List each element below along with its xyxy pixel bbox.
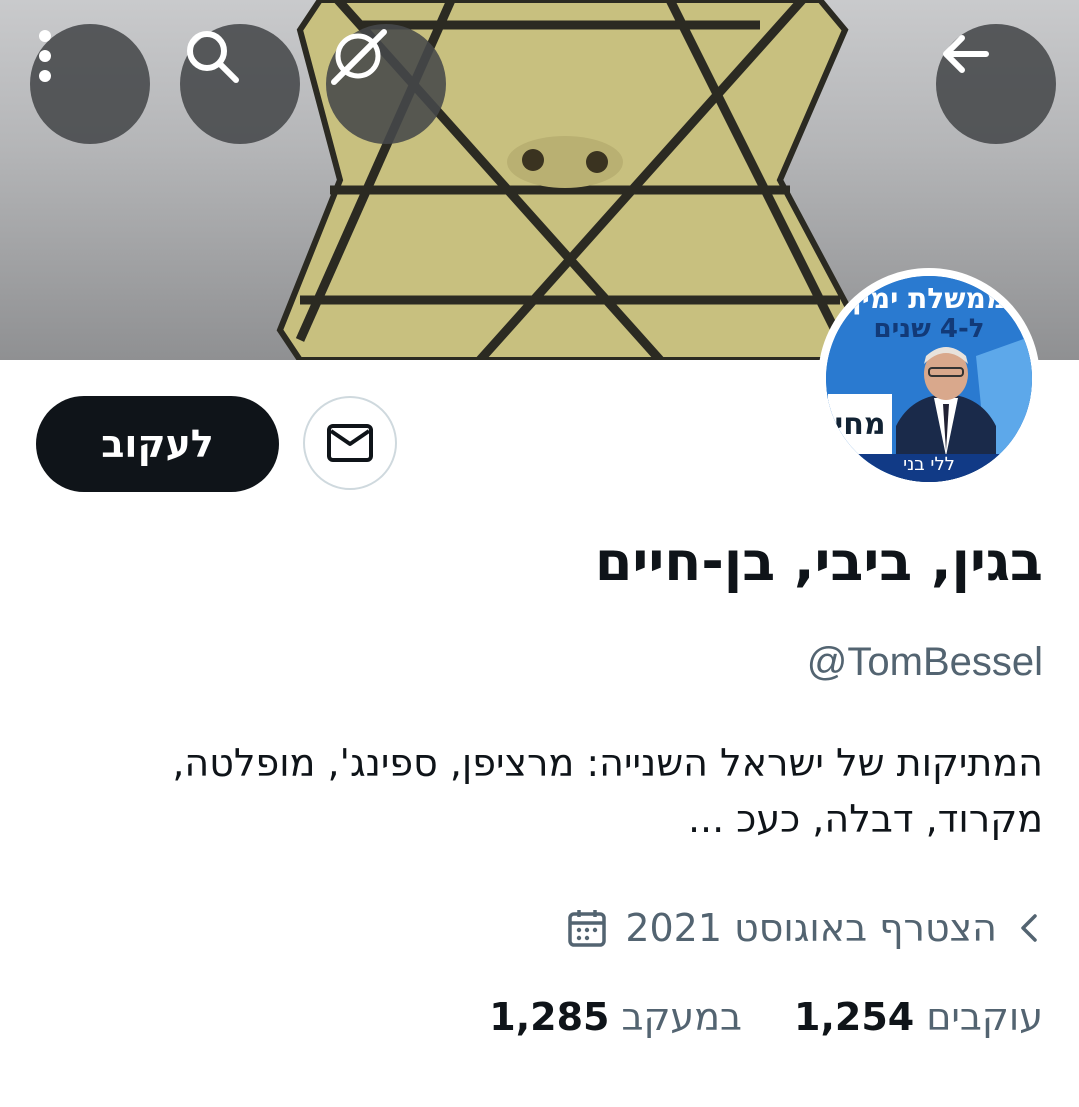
display-name: בגין, ביבי, בן-חיים (594, 530, 1043, 593)
avatar-image: ממשלת ימין ל-4 שנים מחי ללי בני (826, 276, 1032, 482)
more-vertical-icon (39, 30, 51, 82)
mail-icon (327, 424, 373, 462)
following-count: 1,285 (489, 995, 610, 1039)
user-handle: @TomBessel (806, 640, 1043, 684)
grok-button[interactable] (326, 24, 446, 144)
avatar-text-line2: ל-4 שנים (873, 314, 985, 344)
following-stat[interactable]: 1,285 במעקב (489, 995, 742, 1039)
bio-line: מקרוד, דבלה, כעכ ... (687, 797, 1043, 841)
joined-date: הצטרף באוגוסט 2021 (625, 906, 997, 950)
search-icon (187, 31, 239, 83)
search-button[interactable] (180, 24, 300, 144)
follow-stats: 1,285 במעקב 1,254 עוקבים (489, 995, 1043, 1039)
chevron-left-icon (1021, 914, 1037, 942)
arrow-left-icon (943, 35, 989, 73)
grok-icon (331, 29, 387, 85)
bio-line: המתיקות של ישראל השנייה: מרציפן, ספינג',… (172, 741, 1043, 785)
followers-count: 1,254 (794, 995, 915, 1039)
calendar-icon (568, 910, 607, 947)
following-label: במעקב (621, 995, 743, 1039)
followers-stat[interactable]: 1,254 עוקבים (794, 995, 1043, 1039)
more-button[interactable] (30, 24, 150, 144)
avatar-footer-text: ללי בני (826, 454, 1032, 482)
avatar-sign-text: מחי (828, 394, 892, 456)
avatar[interactable]: ממשלת ימין ל-4 שנים מחי ללי בני (818, 268, 1040, 490)
message-button[interactable] (303, 396, 397, 490)
followers-label: עוקבים (926, 995, 1043, 1039)
joined-date-row[interactable]: הצטרף באוגוסט 2021 (567, 900, 1043, 956)
bio: המתיקות של ישראל השנייה: מרציפן, ספינג',… (33, 735, 1043, 847)
avatar-text-line1: ממשלת ימין (852, 282, 1006, 315)
back-button[interactable] (936, 24, 1056, 144)
follow-button[interactable]: לעקוב (36, 396, 279, 492)
